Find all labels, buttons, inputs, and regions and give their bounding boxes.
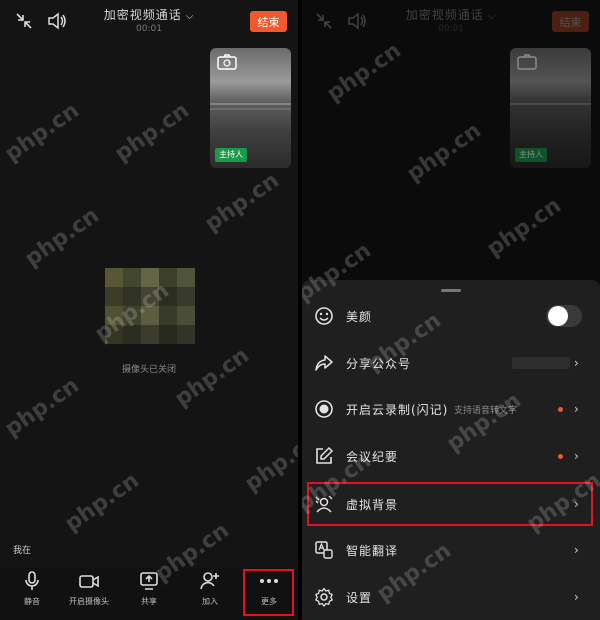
self-video-thumbnail[interactable]: 主持人	[210, 48, 291, 168]
video-call-screen: 加密视频通话 ⌵ 00:01 结束 主持人 摄像头已关闭 我在 静音 开启摄像头 …	[0, 0, 298, 620]
watermark: php.cn	[0, 98, 84, 167]
smiley-icon	[314, 306, 334, 326]
watermark: php.cn	[0, 373, 84, 442]
invite-button[interactable]: 加入	[180, 570, 240, 607]
menu-item-label: 分享公众号	[346, 356, 412, 371]
share-screen-icon	[140, 572, 158, 590]
video-camera-icon	[79, 575, 99, 588]
participant-avatar	[105, 268, 195, 344]
beauty-toggle[interactable]	[546, 305, 582, 327]
account-name-blur	[512, 357, 570, 369]
watermark: php.cn	[200, 168, 284, 237]
menu-item-label: 开启云录制(闪记)	[346, 402, 449, 417]
menu-item-cloud-record[interactable]: 开启云录制(闪记) 支持语音转文字 ›	[302, 387, 600, 431]
end-call-button[interactable]: 结束	[250, 11, 287, 32]
camera-off-text: 摄像头已关闭	[121, 365, 176, 375]
gear-icon	[314, 587, 334, 607]
menu-item-label: 会议纪要	[346, 449, 399, 464]
menu-item-label: 美颜	[346, 309, 373, 324]
chevron-right-icon: ›	[574, 543, 579, 557]
menu-item-translate[interactable]: 智能翻译 ›	[302, 528, 600, 572]
watermark: php.cn	[240, 428, 298, 497]
sheet-drag-handle[interactable]	[441, 289, 461, 292]
switch-camera-icon[interactable]	[216, 53, 238, 71]
new-indicator-dot	[558, 406, 563, 412]
mute-button[interactable]: 静音	[2, 570, 62, 607]
share-arrow-icon	[314, 353, 334, 373]
record-icon	[314, 399, 334, 419]
share-button[interactable]: 共享	[119, 570, 179, 607]
new-indicator-dot	[558, 453, 563, 459]
translate-icon	[314, 540, 334, 560]
chevron-right-icon: ›	[574, 402, 579, 416]
mute-label: 静音	[24, 597, 40, 606]
menu-item-sublabel: 支持语音转文字	[454, 405, 518, 416]
chevron-down-icon: ⌵	[185, 11, 195, 22]
menu-item-label: 设置	[346, 590, 373, 605]
menu-item-label: 智能翻译	[346, 543, 399, 558]
mic-icon	[25, 571, 39, 590]
more-highlight-box	[243, 569, 294, 616]
add-person-icon	[200, 572, 219, 590]
menu-item-beauty[interactable]: 美颜	[302, 294, 600, 338]
speaker-label: 我在	[13, 546, 32, 556]
video-call-menu-screen: 加密视频通话 ⌵ 00:01 结束 主持人 美颜 分享公众号 › 开启云录制(闪…	[302, 0, 600, 620]
menu-item-minutes[interactable]: 会议纪要 ›	[302, 434, 600, 478]
edit-icon	[314, 446, 334, 466]
chevron-right-icon: ›	[574, 356, 579, 370]
invite-label: 加入	[202, 597, 218, 606]
host-tag: 主持人	[215, 148, 247, 162]
watermark: php.cn	[170, 343, 254, 412]
share-label: 共享	[141, 597, 157, 606]
top-bar: 加密视频通话 ⌵ 00:01 结束	[0, 0, 298, 42]
virtual-background-highlight-box	[307, 482, 593, 526]
camera-button[interactable]: 开启摄像头	[59, 570, 119, 607]
menu-item-settings[interactable]: 设置 ›	[302, 575, 600, 619]
chevron-right-icon: ›	[574, 590, 579, 604]
watermark: php.cn	[110, 98, 194, 167]
watermark: php.cn	[60, 468, 144, 537]
camera-label: 开启摄像头	[69, 597, 109, 606]
watermark: php.cn	[20, 203, 104, 272]
chevron-right-icon: ›	[574, 449, 579, 463]
menu-item-share-account[interactable]: 分享公众号 ›	[302, 341, 600, 385]
